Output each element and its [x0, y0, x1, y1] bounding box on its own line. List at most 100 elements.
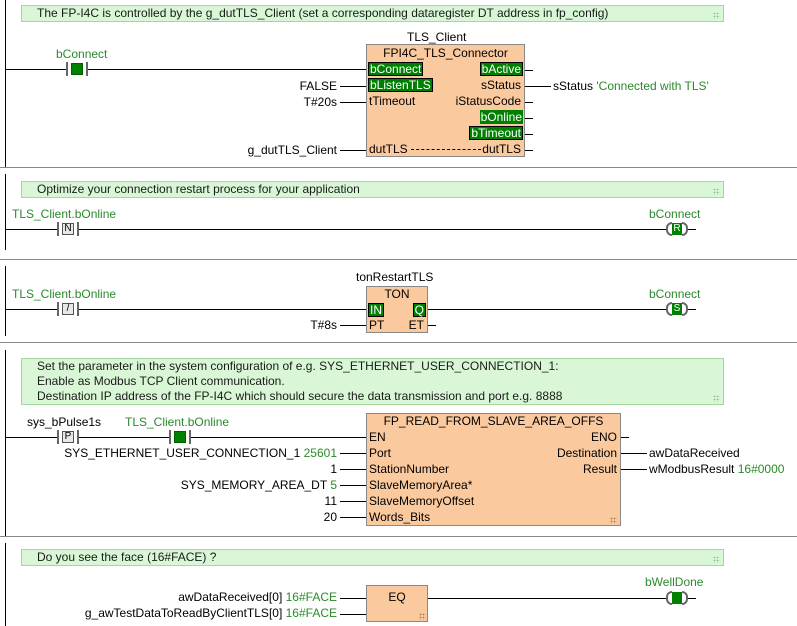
input-words[interactable]: 20	[240, 510, 337, 524]
input-area[interactable]: SYS_MEMORY_AREA_DT 5	[100, 478, 337, 492]
contact-label: TLS_Client.bOnline	[12, 207, 117, 221]
fb-eq[interactable]: EQ	[366, 585, 428, 622]
coil-bwelldone[interactable]	[666, 591, 688, 605]
input-value-dut[interactable]: g_dutTLS_Client	[200, 143, 337, 157]
area-value: 5	[330, 478, 337, 492]
in1-value: 16#FACE	[285, 590, 337, 604]
pin-out-istatuscode[interactable]: iStatusCode	[456, 94, 521, 108]
comment-resize-handle[interactable]	[713, 12, 720, 19]
result-var: wModbusResult	[649, 462, 735, 476]
contact-positive-edge[interactable]: P	[57, 430, 79, 444]
coil-label: bConnect	[649, 287, 701, 301]
status-value: 'Connected with TLS'	[596, 79, 709, 93]
network-comment[interactable]: Set the parameter in the system configur…	[21, 358, 724, 405]
pin-in-in[interactable]: IN	[368, 303, 384, 317]
pin-in-slavememoryarea[interactable]: SlaveMemoryArea*	[369, 478, 472, 492]
coil-symbol: R	[672, 223, 682, 235]
input-port[interactable]: SYS_ETHERNET_USER_CONNECTION_1 25601	[20, 446, 337, 460]
pt-value[interactable]: T#8s	[240, 318, 337, 332]
input-value-timeout[interactable]: T#20s	[240, 95, 337, 109]
network-separator	[0, 259, 797, 260]
pin-out-result[interactable]: Result	[583, 462, 617, 476]
output-destination[interactable]: awDataReceived	[649, 446, 740, 460]
comment-resize-handle[interactable]	[713, 556, 720, 563]
contact-label: bConnect	[56, 47, 108, 61]
comment-text: Optimize your connection restart process…	[37, 182, 360, 196]
pin-in-words-bits[interactable]: Words_Bits	[369, 510, 430, 524]
in2-value: 16#FACE	[285, 606, 337, 620]
pin-in-ttimeout[interactable]: tTimeout	[369, 94, 415, 108]
port-var: SYS_ETHERNET_USER_CONNECTION_1	[64, 446, 301, 460]
fb-resize-handle[interactable]	[419, 613, 426, 620]
fb-instance-name[interactable]: TLS_Client	[407, 30, 466, 44]
coil-reset[interactable]: R	[666, 222, 688, 236]
fb-type: FP_READ_FROM_SLAVE_AREA_OFFS	[383, 414, 604, 428]
comment-resize-handle[interactable]	[713, 395, 720, 402]
contact-bonline[interactable]	[169, 430, 191, 444]
pin-out-bactive[interactable]: bActive	[479, 62, 523, 76]
coil-set[interactable]: S	[666, 302, 688, 316]
pin-out-q[interactable]: Q	[412, 303, 426, 317]
comment-line: Set the parameter in the system configur…	[37, 359, 559, 373]
pin-out-duttls[interactable]: dutTLS	[482, 142, 521, 156]
coil-symbol: S	[672, 303, 682, 315]
contact-label: TLS_Client.bOnline	[12, 287, 117, 301]
eq-input-2[interactable]: g_awTestDataToReadByClientTLS[0] 16#FACE	[20, 606, 337, 620]
network-separator	[0, 342, 797, 343]
output-result[interactable]: wModbusResult 16#0000	[649, 462, 784, 476]
input-value-false[interactable]: FALSE	[240, 79, 337, 93]
power-rail	[5, 174, 6, 250]
pin-out-bonline[interactable]: bOnline	[479, 110, 523, 124]
fb-instance-name[interactable]: tonRestartTLS	[356, 270, 433, 284]
pin-out-btimeout[interactable]: bTimeout	[469, 126, 523, 140]
power-rail	[5, 266, 6, 336]
coil-label: bWellDone	[645, 575, 704, 589]
pin-in-port[interactable]: Port	[369, 446, 391, 460]
power-rail	[5, 543, 6, 626]
pin-out-destination[interactable]: Destination	[557, 446, 617, 460]
power-rail	[5, 350, 6, 536]
status-output[interactable]: sStatus 'Connected with TLS'	[553, 79, 709, 93]
fb-tls-connector[interactable]: FPI4C_TLS_Connector bConnect bListenTLS …	[366, 44, 525, 157]
contact-negative-edge[interactable]: N	[57, 222, 79, 236]
contact-label: sys_bPulse1s	[27, 415, 102, 429]
input-offset[interactable]: 11	[240, 494, 337, 508]
fb-ton[interactable]: TON IN PT Q ET	[366, 286, 428, 333]
fb-type: TON	[384, 287, 410, 301]
contact-symbol: N	[62, 223, 74, 235]
contact-negated[interactable]: /	[57, 302, 79, 316]
network-separator	[0, 167, 797, 168]
in2-var: g_awTestDataToReadByClientTLS[0]	[84, 606, 283, 620]
input-station[interactable]: 1	[240, 462, 337, 476]
pin-in-bconnect[interactable]: bConnect	[368, 62, 424, 76]
network-comment[interactable]: The FP-I4C is controlled by the g_dutTLS…	[21, 5, 724, 22]
pin-in-en[interactable]: EN	[369, 430, 386, 444]
pin-out-et[interactable]: ET	[409, 318, 424, 332]
network-comment[interactable]: Optimize your connection restart process…	[21, 181, 724, 198]
comment-line: Destination IP address of the FP-I4C whi…	[37, 389, 563, 403]
pin-out-sstatus[interactable]: sStatus	[481, 78, 521, 92]
fb-resize-handle[interactable]	[610, 517, 617, 524]
network-separator	[0, 536, 797, 537]
contact-label: TLS_Client.bOnline	[125, 415, 230, 429]
contact-symbol: /	[62, 303, 74, 315]
status-var: sStatus	[553, 79, 594, 93]
coil-label: bConnect	[649, 207, 701, 221]
result-value: 16#0000	[737, 462, 785, 476]
comment-resize-handle[interactable]	[713, 188, 720, 195]
pin-in-pt[interactable]: PT	[369, 318, 384, 332]
in1-var: awDataReceived[0]	[178, 590, 283, 604]
contact-bconnect[interactable]	[66, 62, 88, 76]
pin-in-stationnumber[interactable]: StationNumber	[369, 462, 449, 476]
pin-in-blistentls[interactable]: bListenTLS	[368, 78, 433, 92]
comment-text: Do you see the face (16#FACE) ?	[37, 550, 217, 564]
eq-input-1[interactable]: awDataReceived[0] 16#FACE	[40, 590, 337, 604]
contact-symbol: P	[62, 431, 74, 443]
pin-in-duttls[interactable]: dutTLS	[369, 142, 408, 156]
fb-type: EQ	[388, 590, 406, 604]
pin-in-slavememoryoffset[interactable]: SlaveMemoryOffset	[369, 494, 474, 508]
fb-read-from-slave[interactable]: FP_READ_FROM_SLAVE_AREA_OFFS EN Port Sta…	[366, 413, 621, 526]
comment-line: Enable as Modbus TCP Client communicatio…	[37, 374, 285, 388]
pin-out-eno[interactable]: ENO	[591, 430, 617, 444]
network-comment[interactable]: Do you see the face (16#FACE) ?	[21, 549, 724, 566]
